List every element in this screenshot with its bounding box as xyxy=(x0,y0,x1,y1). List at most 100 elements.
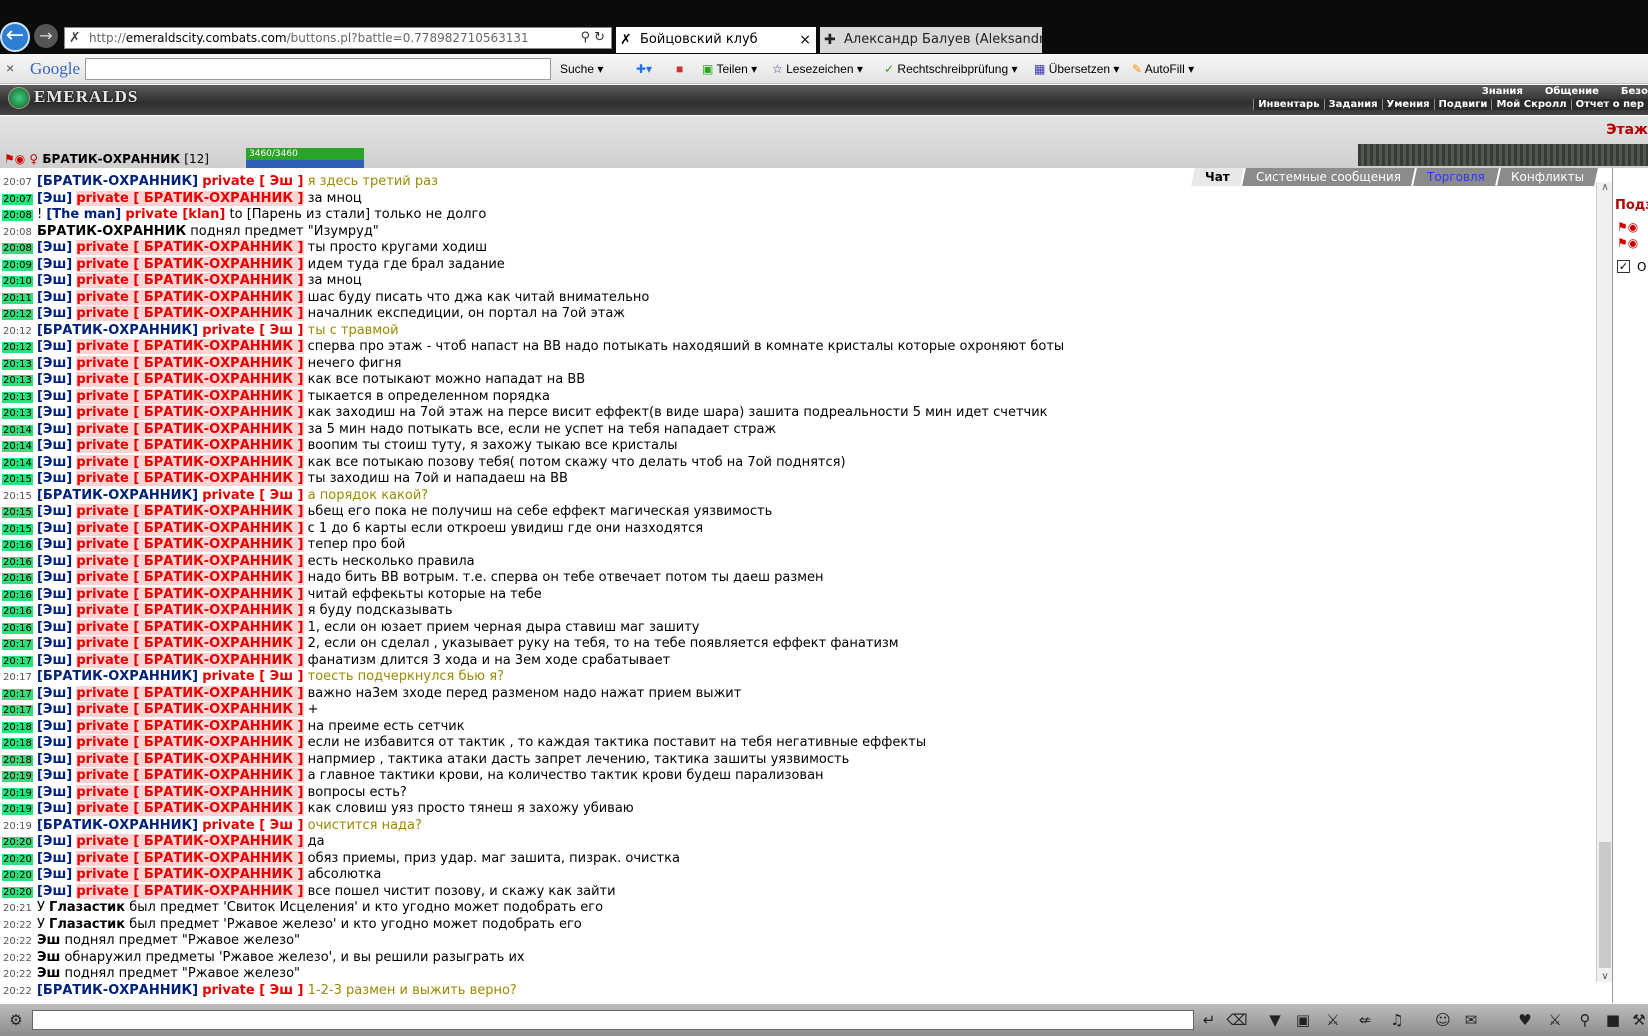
google-search-input[interactable] xyxy=(85,58,551,80)
tab-trade[interactable]: Торговля xyxy=(1413,168,1499,186)
private-tag[interactable]: private [ БРАТИК-ОХРАННИК ] xyxy=(76,603,304,618)
menu-feats[interactable]: Подвиги xyxy=(1433,99,1492,110)
private-tag[interactable]: private [ Эш ] xyxy=(202,488,303,503)
private-tag[interactable]: private [ БРАТИК-ОХРАННИК ] xyxy=(76,553,304,569)
sword-icon[interactable]: ⚔ xyxy=(1544,1009,1566,1031)
sender-name[interactable]: [Эш] xyxy=(37,537,72,552)
tab-system[interactable]: Системные сообщения xyxy=(1242,168,1415,186)
bell-icon[interactable]: ✉ xyxy=(1460,1009,1482,1031)
chest-icon[interactable]: ■ xyxy=(1602,1009,1624,1031)
menu-report[interactable]: Отчет о пер xyxy=(1570,99,1648,110)
menu-skills[interactable]: Умения xyxy=(1381,99,1434,110)
sender-name[interactable]: [БРАТИК-ОХРАННИК] xyxy=(37,818,198,833)
private-tag[interactable]: private [ Эш ] xyxy=(202,669,303,684)
filter-icon[interactable]: ▼ xyxy=(1264,1009,1286,1031)
private-tag[interactable]: private [ Эш ] xyxy=(202,818,303,833)
sender-name[interactable]: [Эш] xyxy=(37,735,72,750)
sender-name[interactable]: [Эш] xyxy=(37,356,72,371)
sender-name[interactable]: [БРАТИК-ОХРАННИК] xyxy=(37,983,198,998)
sender-name[interactable]: [Эш] xyxy=(37,570,72,585)
tab-combats[interactable]: ✗ Бойцовский клуб × xyxy=(616,27,816,53)
sender-name[interactable]: [Эш] xyxy=(37,438,72,453)
sender-name[interactable]: [Эш] xyxy=(37,768,72,783)
sender-name[interactable]: [Эш] xyxy=(37,752,72,767)
sender-name[interactable]: [Эш] xyxy=(37,884,72,899)
sender-name[interactable]: [Эш] xyxy=(37,653,72,668)
scroll-up-icon[interactable]: ∧ xyxy=(1597,182,1613,193)
sender-name[interactable]: [Эш] xyxy=(37,521,72,536)
private-tag[interactable]: private [ БРАТИК-ОХРАННИК ] xyxy=(76,636,304,651)
sender-name[interactable]: [Эш] xyxy=(37,719,72,734)
private-tag[interactable]: private [ БРАТИК-ОХРАННИК ] xyxy=(76,652,304,668)
bookmarks-button[interactable]: ☆ Lesezeichen ▾ xyxy=(772,62,863,76)
menu-quests[interactable]: Задания xyxy=(1323,99,1382,110)
private-tag[interactable]: private [ БРАТИК-ОХРАННИК ] xyxy=(76,256,304,272)
sender-name[interactable]: [Эш] xyxy=(37,801,72,816)
private-tag[interactable]: private [ БРАТИК-ОХРАННИК ] xyxy=(76,273,304,288)
smiley-icon[interactable]: ☺ xyxy=(1432,1009,1454,1031)
scroll-down-icon[interactable]: ∨ xyxy=(1597,971,1613,982)
sender-name[interactable]: [Эш] xyxy=(37,702,72,717)
sender-name[interactable]: [Эш] xyxy=(37,587,72,602)
sender-name[interactable]: [Эш] xyxy=(37,290,72,305)
gplus-icon[interactable]: ■ xyxy=(676,62,683,76)
menu-scroll[interactable]: Мой Скролл xyxy=(1491,99,1571,110)
private-tag[interactable]: private [ БРАТИК-ОХРАННИК ] xyxy=(76,570,304,585)
private-tag[interactable]: private [ Эш ] xyxy=(202,174,303,189)
private-tag[interactable]: private [ БРАТИК-ОХРАННИК ] xyxy=(76,883,304,899)
sender-name[interactable]: [Эш] xyxy=(37,603,72,618)
sender-name[interactable]: [Эш] xyxy=(37,422,72,437)
private-tag[interactable]: private [ БРАТИК-ОХРАННИК ] xyxy=(76,702,304,717)
sender-name[interactable]: [Эш] xyxy=(37,389,72,404)
sender-name[interactable]: [Эш] xyxy=(37,867,72,882)
sender-name[interactable]: [БРАТИК-ОХРАННИК] xyxy=(37,323,198,338)
sender-name[interactable]: [Эш] xyxy=(37,554,72,569)
private-tag[interactable]: private [ БРАТИК-ОХРАННИК ] xyxy=(76,834,304,849)
private-tag[interactable]: private [ БРАТИК-ОХРАННИК ] xyxy=(76,355,304,371)
sender-name[interactable]: [Эш] xyxy=(37,785,72,800)
sender-name[interactable]: [Эш] xyxy=(37,257,72,272)
axe-icon[interactable]: ⚒ xyxy=(1628,1009,1648,1031)
sender-name[interactable]: [Эш] xyxy=(37,405,72,420)
close-icon[interactable]: × xyxy=(6,60,14,76)
fight-icon[interactable]: ⚔ xyxy=(1322,1009,1344,1031)
private-tag[interactable]: private [ БРАТИК-ОХРАННИК ] xyxy=(76,850,304,866)
private-tag[interactable]: private [ БРАТИК-ОХРАННИК ] xyxy=(76,339,304,354)
sender-name[interactable]: [Эш] xyxy=(37,191,72,206)
potion-icon[interactable]: ⚲ xyxy=(1574,1009,1596,1031)
private-tag[interactable]: private [ БРАТИК-ОХРАННИК ] xyxy=(76,438,304,453)
private-tag[interactable]: private [ БРАТИК-ОХРАННИК ] xyxy=(76,504,304,519)
private-tag[interactable]: private [ БРАТИК-ОХРАННИК ] xyxy=(76,735,304,750)
private-tag[interactable]: private [ БРАТИК-ОХРАННИК ] xyxy=(76,867,304,882)
eraser-icon[interactable]: ⌫ xyxy=(1226,1009,1248,1031)
settings-icon[interactable]: ⚙ xyxy=(5,1009,27,1031)
sender-name[interactable]: [Эш] xyxy=(37,339,72,354)
plus-icon[interactable]: ✚▾ xyxy=(636,62,652,76)
close-icon[interactable]: × xyxy=(799,27,811,53)
private-tag[interactable]: private [ БРАТИК-ОХРАННИК ] xyxy=(76,751,304,767)
private-tag[interactable]: private [ БРАТИК-ОХРАННИК ] xyxy=(76,471,304,486)
sender-name[interactable]: [Эш] xyxy=(37,686,72,701)
spellcheck-button[interactable]: ✓ Rechtschreibprüfung ▾ xyxy=(884,62,1018,76)
private-tag[interactable]: private [ БРАТИК-ОХРАННИК ] xyxy=(76,768,304,783)
menu-communication[interactable]: Общение xyxy=(1545,86,1599,97)
private-tag[interactable]: private [ БРАТИК-ОХРАННИК ] xyxy=(76,685,304,701)
sender-name[interactable]: [Эш] xyxy=(37,851,72,866)
back-button[interactable]: ← xyxy=(0,22,30,52)
sender-name[interactable]: [Эш] xyxy=(37,834,72,849)
private-tag[interactable]: private [ БРАТИК-ОХРАННИК ] xyxy=(76,784,304,800)
player-icon[interactable]: ⚑◉ xyxy=(1617,220,1638,234)
sender-name[interactable]: [Эш] xyxy=(37,504,72,519)
send-icon[interactable]: ↵ xyxy=(1198,1009,1220,1031)
sender-name[interactable]: [Эш] xyxy=(37,273,72,288)
sender-name[interactable]: [БРАТИК-ОХРАННИК] xyxy=(37,669,198,684)
google-search-button[interactable]: Suche ▾ xyxy=(560,62,603,76)
chat-scrollbar[interactable]: ∧ ∨ xyxy=(1596,182,1612,982)
private-tag[interactable]: private [ БРАТИК-ОХРАННИК ] xyxy=(76,306,304,321)
sender-name[interactable]: [БРАТИК-ОХРАННИК] xyxy=(37,488,198,503)
private-tag[interactable]: private [ БРАТИК-ОХРАННИК ] xyxy=(76,190,304,206)
autofill-button[interactable]: ✎ AutoFill ▾ xyxy=(1132,62,1194,76)
menu-knowledge[interactable]: Знания xyxy=(1482,86,1523,97)
private-tag[interactable]: private [ БРАТИК-ОХРАННИК ] xyxy=(76,388,304,404)
player-name[interactable]: БРАТИК-ОХРАННИК xyxy=(42,152,180,166)
